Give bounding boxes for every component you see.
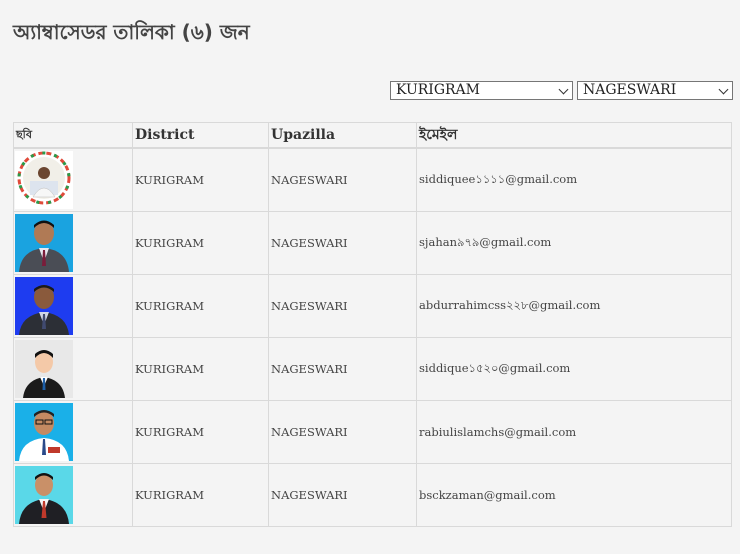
photo-cell	[13, 274, 133, 338]
photo-cell	[13, 400, 133, 464]
avatar-photo[interactable]	[15, 151, 73, 209]
email-cell: sjahan৯৭৯@gmail.com	[416, 211, 732, 275]
filters: KURIGRAM NAGESWARI	[390, 81, 733, 100]
upazilla-select-value: NAGESWARI	[583, 82, 677, 98]
table-row: KURIGRAM NAGESWARI siddiquee১১১১@gmail.c…	[13, 147, 732, 212]
table-row: KURIGRAM NAGESWARI siddique১৫২০@gmail.co…	[13, 337, 732, 401]
photo-cell	[13, 463, 133, 527]
upazilla-select[interactable]: NAGESWARI	[577, 81, 733, 100]
upazilla-cell: NAGESWARI	[268, 337, 417, 401]
upazilla-cell: NAGESWARI	[268, 274, 417, 338]
upazilla-cell: NAGESWARI	[268, 211, 417, 275]
upazilla-cell: NAGESWARI	[268, 463, 417, 527]
email-cell: siddique১৫২০@gmail.com	[416, 337, 732, 401]
header-email: ইমেইল	[416, 122, 732, 149]
page-title: অ্যাম্বাসেডর তালিকা (৬) জন	[13, 20, 250, 44]
avatar-photo[interactable]	[15, 340, 73, 398]
email-cell: rabiulislamchs@gmail.com	[416, 400, 732, 464]
avatar-photo[interactable]	[15, 214, 73, 272]
district-cell: KURIGRAM	[132, 211, 269, 275]
table-row: KURIGRAM NAGESWARI rabiulislamchs@gmail.…	[13, 400, 732, 464]
photo-cell	[13, 337, 133, 401]
photo-cell	[13, 211, 133, 275]
email-cell: abdurrahimcss২২৮@gmail.com	[416, 274, 732, 338]
table-header-row: ছবি District Upazilla ইমেইল	[13, 122, 732, 149]
district-cell: KURIGRAM	[132, 463, 269, 527]
district-select[interactable]: KURIGRAM	[390, 81, 573, 100]
upazilla-cell: NAGESWARI	[268, 147, 417, 212]
table-row: KURIGRAM NAGESWARI sjahan৯৭৯@gmail.com	[13, 211, 732, 275]
photo-cell	[13, 147, 133, 212]
avatar-photo[interactable]	[15, 277, 73, 335]
upazilla-cell: NAGESWARI	[268, 400, 417, 464]
district-select-value: KURIGRAM	[396, 82, 480, 98]
email-cell: siddiquee১১১১@gmail.com	[416, 147, 732, 212]
header-photo: ছবি	[13, 122, 133, 149]
district-cell: KURIGRAM	[132, 400, 269, 464]
avatar-photo[interactable]	[15, 466, 73, 524]
chevron-down-icon	[558, 84, 569, 95]
email-cell: bsckzaman@gmail.com	[416, 463, 732, 527]
table-row: KURIGRAM NAGESWARI bsckzaman@gmail.com	[13, 463, 732, 527]
avatar-photo[interactable]	[15, 403, 73, 461]
chevron-down-icon	[718, 84, 729, 95]
district-cell: KURIGRAM	[132, 147, 269, 212]
ambassador-table: ছবি District Upazilla ইমেইল KURIGRAM NAG…	[13, 122, 732, 527]
district-cell: KURIGRAM	[132, 274, 269, 338]
header-district: District	[132, 122, 269, 149]
table-row: KURIGRAM NAGESWARI abdurrahimcss২২৮@gmai…	[13, 274, 732, 338]
header-upazilla: Upazilla	[268, 122, 417, 149]
district-cell: KURIGRAM	[132, 337, 269, 401]
